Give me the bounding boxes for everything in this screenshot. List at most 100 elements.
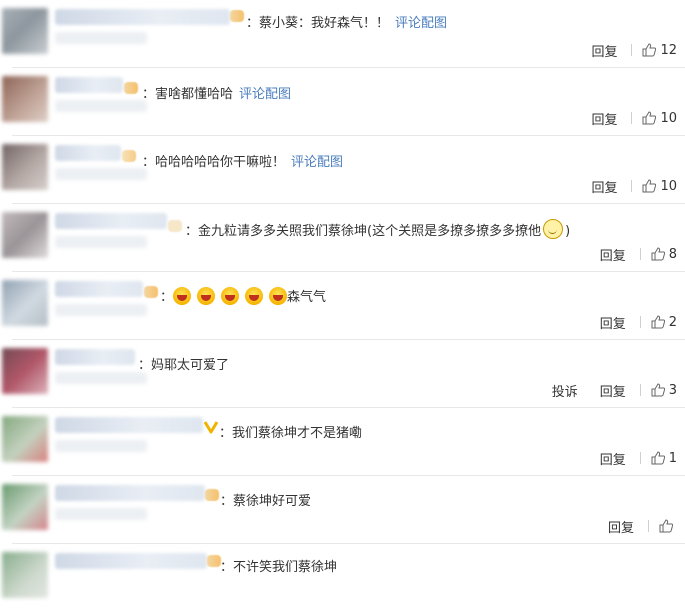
like-button[interactable]: 10: [631, 179, 677, 194]
username[interactable]: [55, 553, 207, 569]
like-button[interactable]: 8: [639, 246, 677, 262]
thumbs-up-icon: [651, 315, 665, 329]
comment-item: ：哈哈哈哈哈你干嘛啦！ 评论配图 回复 10: [0, 136, 685, 204]
avatar[interactable]: [2, 484, 48, 530]
username[interactable]: [55, 485, 205, 501]
comment-image-link[interactable]: 评论配图: [291, 155, 343, 170]
like-button[interactable]: 10: [631, 111, 677, 126]
username[interactable]: [55, 77, 123, 93]
like-count: 8: [668, 246, 677, 262]
thumbs-up-icon: [651, 383, 665, 397]
thumbs-up-icon: [642, 43, 657, 57]
comment-meta: [55, 32, 147, 44]
avatar[interactable]: [2, 348, 48, 394]
divider: [639, 248, 641, 260]
comment-text: ：不许笑我们蔡徐坤: [220, 560, 338, 575]
like-button[interactable]: 1: [639, 450, 677, 466]
comment-actions: 回复 10: [569, 109, 677, 128]
vip-badge-icon: [144, 286, 158, 298]
laughing-emoji-icon: [173, 287, 192, 305]
avatar[interactable]: [2, 416, 48, 462]
comment-item: ：不许笑我们蔡徐坤: [0, 544, 685, 612]
vip-badge-icon: [168, 220, 182, 232]
like-button[interactable]: 2: [639, 315, 677, 330]
like-count: 10: [660, 110, 677, 126]
comment-item: ：妈耶太可爱了 投诉 回复 3: [0, 340, 685, 408]
avatar[interactable]: [2, 144, 48, 190]
divider: [631, 180, 633, 192]
comment-text: ：哈哈哈哈哈你干嘛啦！ 评论配图: [142, 155, 344, 170]
comment-meta: [55, 440, 147, 452]
avatar[interactable]: [2, 280, 48, 326]
like-count: 1: [668, 450, 677, 466]
report-button[interactable]: 投诉: [552, 381, 578, 400]
comment-actions: 回复 10: [569, 177, 677, 196]
divider: [639, 316, 641, 328]
avatar[interactable]: [2, 8, 48, 54]
comment-meta: [55, 372, 147, 384]
comment-text: ：蔡小葵：我好森气！！ 评论配图: [246, 16, 448, 31]
comment-actions: 回复 8: [578, 245, 677, 264]
like-button[interactable]: 12: [631, 43, 677, 58]
comment-actions: 回复: [586, 517, 677, 536]
vip-badge-icon: [122, 150, 136, 162]
comment-meta: [55, 168, 147, 180]
comment-image-link[interactable]: 评论配图: [239, 87, 291, 102]
reply-button[interactable]: 回复: [591, 109, 617, 128]
comment-item: ：害啥都懂哈哈 评论配图 回复 10: [0, 68, 685, 136]
username[interactable]: [55, 349, 135, 365]
comment-text: ：我们蔡徐坤才不是猪嘞: [219, 426, 363, 441]
comment-text: ：金九粒请多多关照我们蔡徐坤(这个关照是多撩多撩多多撩他): [185, 219, 570, 239]
reply-button[interactable]: 回复: [591, 177, 617, 196]
comment-meta: [55, 236, 147, 248]
laughing-emoji-icon: [221, 287, 240, 305]
comment-item: ：金九粒请多多关照我们蔡徐坤(这个关照是多撩多撩多多撩他) 回复 8: [0, 204, 685, 272]
comment-image-link[interactable]: 评论配图: [395, 16, 447, 31]
comment-text: ：妈耶太可爱了: [138, 358, 230, 373]
username[interactable]: [55, 9, 230, 25]
divider: [631, 112, 633, 124]
comment-text: ：害啥都懂哈哈 评论配图: [142, 87, 292, 102]
divider: [631, 44, 633, 56]
verified-v-icon: [204, 421, 218, 434]
thumbs-up-icon: [659, 519, 673, 533]
laughing-emoji-icon: [245, 287, 264, 305]
thumbs-up-icon: [642, 179, 657, 193]
username[interactable]: [55, 145, 121, 161]
username[interactable]: [55, 417, 203, 433]
username[interactable]: [55, 281, 143, 297]
like-button[interactable]: 3: [639, 383, 677, 398]
reply-button[interactable]: 回复: [608, 517, 634, 536]
vip-badge-icon: [207, 555, 221, 567]
reply-button[interactable]: 回复: [600, 449, 626, 468]
divider: [639, 384, 641, 396]
comment-actions: 投诉 回复 3: [530, 381, 677, 400]
laughing-emoji-icon: [197, 287, 216, 305]
like-count: 10: [660, 178, 677, 194]
thumbs-up-icon: [651, 247, 665, 261]
comment-item: ：森气气 回复 2: [0, 272, 685, 340]
laughing-emoji-icon: [269, 287, 288, 305]
smile-emoji-icon: [543, 219, 564, 239]
comment-meta: [55, 304, 147, 316]
avatar[interactable]: [2, 212, 48, 258]
reply-button[interactable]: 回复: [600, 313, 626, 332]
divider: [639, 452, 641, 464]
like-button[interactable]: [648, 519, 677, 533]
avatar[interactable]: [2, 552, 48, 598]
comment-actions: 回复 2: [578, 313, 677, 332]
comment-item: ：蔡徐坤好可爱 回复: [0, 476, 685, 544]
comment-item: ：蔡小葵：我好森气！！ 评论配图 回复 12: [0, 0, 685, 68]
comment-actions: 回复 12: [569, 41, 677, 60]
reply-button[interactable]: 回复: [591, 41, 617, 60]
reply-button[interactable]: 回复: [600, 245, 626, 264]
thumbs-up-icon: [642, 111, 657, 125]
thumbs-up-icon: [651, 451, 665, 465]
reply-button[interactable]: 回复: [600, 381, 626, 400]
comment-item: ：我们蔡徐坤才不是猪嘞 回复 1: [0, 408, 685, 476]
vip-badge-icon: [124, 82, 138, 94]
like-count: 12: [660, 42, 677, 58]
comment-meta: [55, 508, 147, 520]
username[interactable]: [55, 213, 167, 229]
avatar[interactable]: [2, 76, 48, 122]
